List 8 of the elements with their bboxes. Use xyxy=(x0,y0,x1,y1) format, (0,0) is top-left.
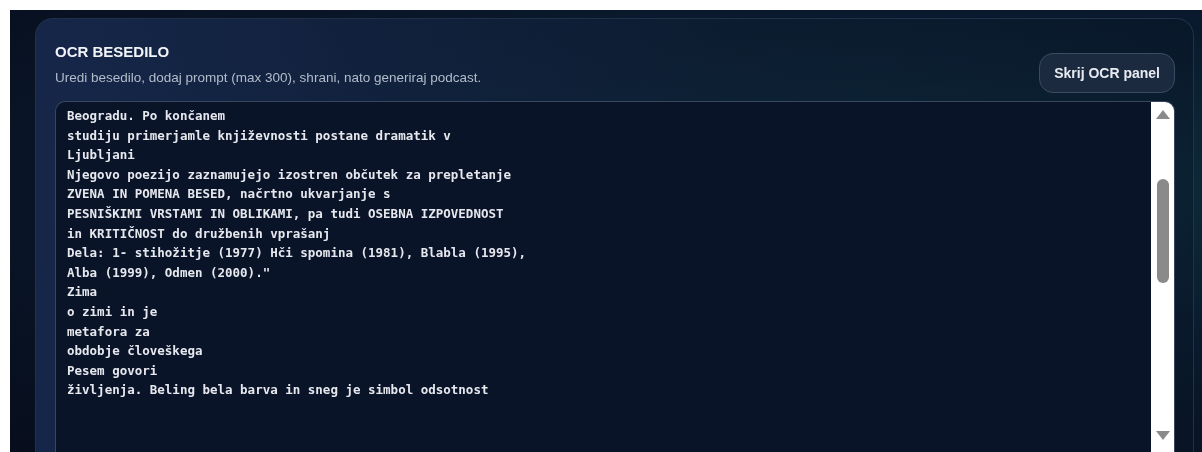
hide-panel-button[interactable]: Skrij OCR panel xyxy=(1039,53,1175,93)
panel-title: OCR BESEDILO xyxy=(55,43,171,60)
ocr-text-field[interactable]: Beogradu. Po končanem studiju primerjamle književnosti postane dramatik v Ljubljani Njegovo poezijo zaznamujejo izostren občutek za prepletanje ZVENA IN POMENA BESED, načrtno ukvarjanje s PESNIŠKIMI VRSTAMI IN OBLIKAMI, pa tudi OSEBNA IZPOVEDNOST in KRITIČNOST do družbenih vprašanj Dela: 1- stihožitje (1977) Hči spomina (1981), Blabla (1995), Alba (1999), Odmen (2000)." Zima o zimi in je metafora za obdobje človeškega Pesem govori življenja. Beling bela barva in sneg je simbol odsotnost xyxy=(55,101,1175,452)
scrollbar-thumb[interactable] xyxy=(1156,179,1169,283)
panel-subtitle: Uredi besedilo, dodaj prompt (max 300), shrani, nato generiraj podcast. xyxy=(55,70,482,85)
scroll-down-icon[interactable] xyxy=(1155,431,1170,440)
scrollbar[interactable] xyxy=(1151,102,1174,452)
scroll-up-icon[interactable] xyxy=(1155,110,1170,119)
